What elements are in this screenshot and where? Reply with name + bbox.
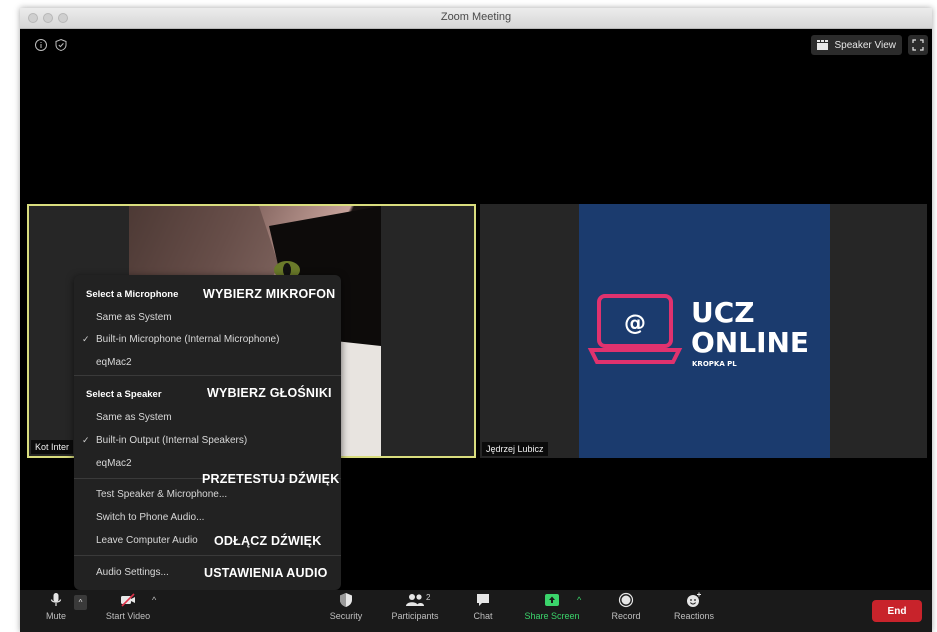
speaker-view-button[interactable]: Speaker View (811, 35, 902, 55)
mute-label: Mute (45, 611, 66, 621)
fullscreen-button[interactable] (908, 35, 928, 55)
audio-options-caret[interactable]: ^ (74, 595, 87, 610)
security-button[interactable]: Security (316, 592, 376, 621)
start-video-button[interactable]: Start Video (98, 592, 158, 621)
test-speaker-microphone-item[interactable]: Test Speaker & Microphone... (96, 489, 227, 500)
share-screen-icon (545, 594, 559, 606)
title-bar: Zoom Meeting (20, 8, 932, 29)
annotation-settings: USTAWIENIA AUDIO (204, 566, 328, 580)
logo-at-symbol: @ (624, 311, 646, 336)
end-meeting-button[interactable]: End (872, 600, 922, 622)
info-icon[interactable] (34, 38, 48, 52)
participants-count: 2 (426, 593, 431, 602)
annotation-mic: WYBIERZ MIKROFON (203, 287, 336, 301)
participants-button[interactable]: 2 Participants (383, 592, 447, 621)
meeting-toolbar: Mute ^ Start Video ^ Security 2 Particip… (20, 590, 932, 632)
microphone-icon (50, 593, 62, 606)
checkmark-icon: ✓ (82, 435, 90, 445)
security-label: Security (329, 611, 363, 621)
share-screen-label: Share Screen (524, 611, 580, 621)
annotation-test: PRZETESTUJ DŹWIĘK (202, 472, 340, 486)
share-screen-button[interactable]: Share Screen (520, 592, 584, 621)
shield-icon (340, 593, 352, 607)
reactions-button[interactable]: Reactions (664, 592, 724, 621)
participants-icon (406, 594, 424, 606)
chat-label: Chat (473, 611, 493, 621)
leave-computer-audio-item[interactable]: Leave Computer Audio (96, 535, 198, 546)
speaker-view-icon (817, 40, 829, 50)
chat-icon (477, 594, 489, 606)
record-label: Record (611, 611, 641, 621)
audio-settings-item[interactable]: Audio Settings... (96, 567, 169, 578)
participants-icon-wrap: 2 (383, 592, 447, 611)
record-icon (618, 592, 634, 608)
mic-option-same-as-system[interactable]: Same as System (96, 312, 172, 323)
ucz-online-logo: @ UCZ ONLINE KROPKA PL (579, 204, 830, 458)
switch-to-phone-audio-item[interactable]: Switch to Phone Audio... (96, 512, 204, 523)
audio-menu: Select a Microphone Same as System ✓ Bui… (74, 275, 341, 590)
speaker-option-built-in[interactable]: Built-in Output (Internal Speakers) (96, 435, 247, 446)
speaker-option-eqmac2[interactable]: eqMac2 (96, 458, 132, 469)
mic-option-built-in[interactable]: Built-in Microphone (Internal Microphone… (96, 334, 279, 345)
reactions-icon (687, 592, 701, 607)
video-off-icon (121, 593, 135, 607)
start-video-label: Start Video (105, 611, 151, 621)
record-button[interactable]: Record (596, 592, 656, 621)
zoom-window: Zoom Meeting Speaker View Kot Inter @ UC… (20, 8, 932, 632)
video-options-caret[interactable]: ^ (152, 595, 156, 605)
shield-check-icon[interactable] (54, 38, 68, 52)
speaker-view-label: Speaker View (834, 39, 896, 51)
laptop-logo-icon: @ UCZ ONLINE KROPKA PL (587, 294, 809, 368)
share-options-caret[interactable]: ^ (577, 595, 581, 605)
participant-name-tag: Kot Inter (31, 440, 74, 454)
chevron-up-icon: ^ (78, 598, 83, 607)
microphone-heading: Select a Microphone (86, 289, 179, 300)
checkmark-icon: ✓ (82, 334, 90, 344)
mic-option-eqmac2[interactable]: eqMac2 (96, 357, 132, 368)
menu-divider (74, 555, 341, 556)
participants-label: Participants (391, 611, 439, 621)
reactions-label: Reactions (673, 611, 715, 621)
video-tile-jedrzej[interactable]: @ UCZ ONLINE KROPKA PL Jędrzej Lubicz (480, 204, 927, 458)
logo-line1: UCZ (691, 296, 755, 329)
fullscreen-icon (912, 39, 924, 51)
annotation-speaker: WYBIERZ GŁOŚNIKI (207, 386, 332, 400)
chat-button[interactable]: Chat (453, 592, 513, 621)
logo-line2: ONLINE (691, 326, 809, 359)
annotation-leave: ODŁĄCZ DŹWIĘK (214, 534, 322, 548)
participant-name-tag: Jędrzej Lubicz (482, 442, 548, 456)
menu-divider (74, 375, 341, 376)
speaker-option-same-as-system[interactable]: Same as System (96, 412, 172, 423)
logo-line3: KROPKA PL (692, 360, 737, 368)
window-title: Zoom Meeting (440, 11, 512, 23)
speaker-heading: Select a Speaker (86, 389, 162, 400)
